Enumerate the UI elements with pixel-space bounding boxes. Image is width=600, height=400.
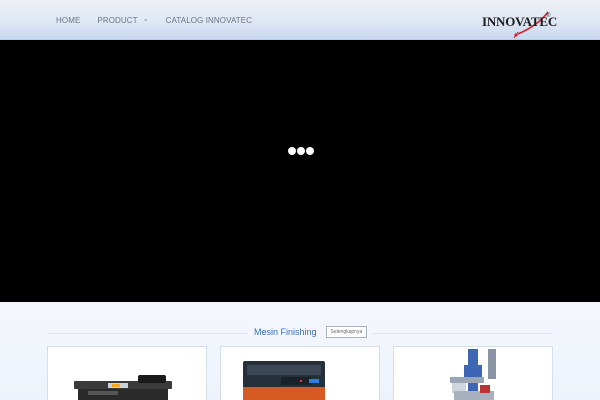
main-nav: HOME PRODUCT ⌄ CATALOG INNOVATEC [56, 0, 269, 40]
nav-catalog[interactable]: CATALOG INNOVATEC [166, 16, 252, 25]
hero-video[interactable] [0, 40, 600, 302]
product-image-finishing-machine [243, 361, 325, 400]
product-card[interactable] [47, 346, 207, 400]
nav-product[interactable]: PRODUCT ⌄ [97, 16, 148, 25]
nav-home-label: HOME [56, 15, 81, 25]
loading-spinner-icon [288, 147, 314, 155]
product-card[interactable] [220, 346, 380, 400]
nav-catalog-label: CATALOG INNOVATEC [165, 15, 253, 25]
site-header: HOME PRODUCT ⌄ CATALOG INNOVATEC INNOVAT… [0, 0, 600, 40]
loader-dot [288, 147, 296, 155]
section-heading: Mesin Finishing Selengkapnya [248, 326, 374, 338]
registered-mark: ® [546, 13, 551, 19]
product-card[interactable] [393, 346, 553, 400]
product-image-drilling-machine [450, 349, 496, 400]
loader-dot [297, 147, 305, 155]
loader-dot [306, 147, 314, 155]
more-button[interactable]: Selengkapnya [325, 326, 368, 338]
chevron-down-icon: ⌄ [142, 16, 149, 23]
product-image-binding-machine [74, 375, 172, 400]
section-title: Mesin Finishing [254, 327, 317, 337]
nav-product-label: PRODUCT [97, 15, 138, 25]
nav-home[interactable]: HOME [56, 16, 80, 25]
innovatec-logo[interactable]: INNOVATEC ® [482, 10, 557, 40]
